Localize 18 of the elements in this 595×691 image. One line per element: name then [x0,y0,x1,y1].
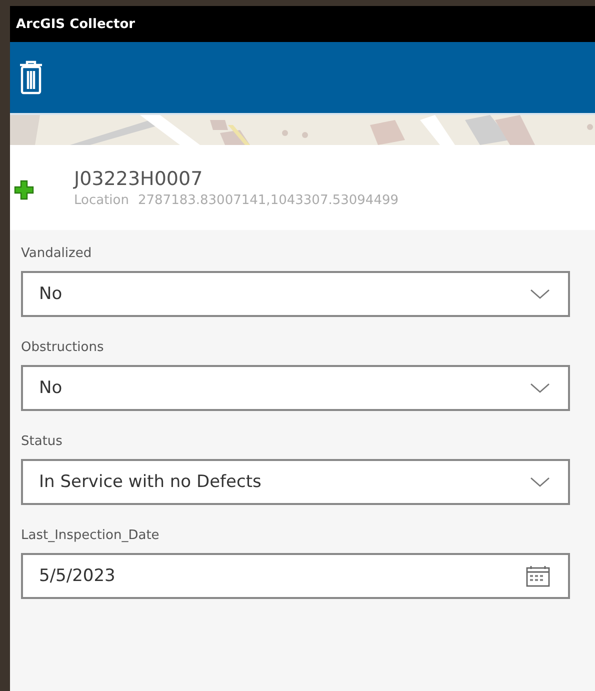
field-label: Last_Inspection_Date [21,528,160,543]
plus-icon [14,180,34,200]
field-label: Vandalized [21,246,93,261]
chevron-down-icon [530,383,550,393]
dropdown[interactable]: No [21,271,570,317]
chevron-down-icon [530,289,550,299]
feature-id: J03223H0007 [74,168,204,190]
dropdown[interactable]: In Service with no Defects [21,459,570,505]
chevron-down-icon [530,477,550,487]
field-label: Obstructions [21,340,105,355]
field-label: Status [21,434,64,449]
calendar-icon[interactable] [526,565,550,587]
location-label: Location [74,192,129,208]
date-field[interactable]: 5/5/2023 [21,553,570,599]
window-title: ArcGIS Collector [16,16,136,32]
dropdown[interactable]: No [21,365,570,411]
trash-icon[interactable] [18,60,44,96]
location-value: 2787183.83007141,1043307.53094499 [138,192,399,208]
